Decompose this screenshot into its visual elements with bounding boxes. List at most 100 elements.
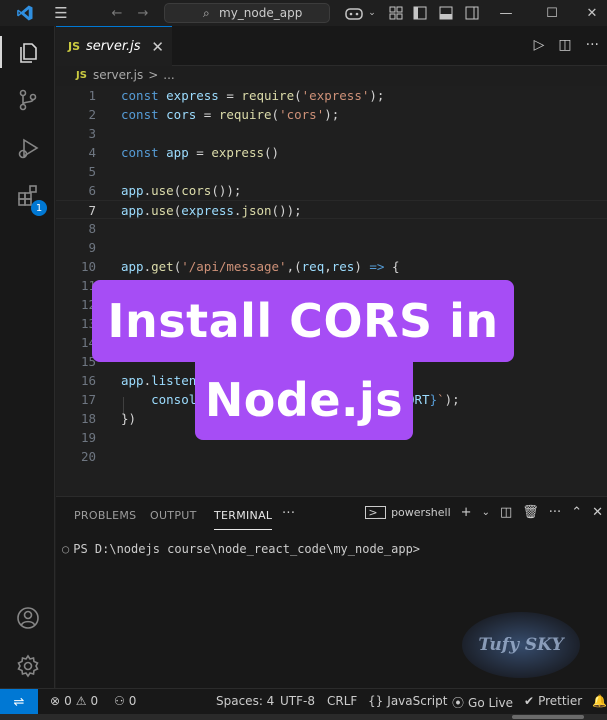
line-number: 7 — [88, 203, 96, 218]
maximize-panel-icon[interactable]: ⌃ — [571, 505, 582, 520]
double-check-icon: ✔ — [524, 694, 535, 708]
run-debug-icon — [18, 138, 39, 159]
terminal-output[interactable]: ○ PS D:\nodejs course\node_react_code\my_… — [62, 542, 420, 556]
code-text: const express = require('express'); — [121, 88, 385, 103]
more-actions-icon[interactable]: ··· — [549, 505, 561, 520]
split-terminal-icon[interactable]: ◫ — [500, 505, 512, 520]
toggle-sidebar-icon[interactable] — [410, 0, 430, 26]
tab-problems[interactable]: PROBLEMS — [74, 509, 136, 522]
language-label: JavaScript — [387, 694, 448, 708]
extensions-button[interactable]: 1 — [0, 174, 55, 218]
source-control-button[interactable] — [0, 78, 55, 122]
explorer-button[interactable] — [0, 30, 55, 74]
code-line[interactable]: 8 — [56, 219, 607, 238]
eol-status[interactable]: CRLF — [327, 694, 357, 708]
run-debug-button[interactable] — [0, 126, 55, 170]
terminal-icon: >_ — [365, 506, 387, 519]
run-icon[interactable]: ▷ — [534, 37, 545, 53]
copilot-icon[interactable] — [340, 0, 368, 26]
new-terminal-icon[interactable]: + — [461, 505, 472, 520]
breadcrumb-more[interactable]: ... — [163, 68, 174, 82]
chevron-down-icon[interactable]: ⌄ — [482, 507, 490, 518]
code-text: }) — [121, 411, 137, 426]
code-line[interactable]: 9 — [56, 238, 607, 257]
shell-name: powershell — [391, 506, 451, 519]
code-text: app.use(express.json()); — [121, 203, 302, 218]
toggle-panel-icon[interactable] — [436, 0, 456, 26]
breadcrumb-file[interactable]: server.js — [93, 68, 143, 82]
menu-icon[interactable]: ☰ — [50, 0, 72, 26]
warning-icon: ⚠ — [75, 694, 87, 708]
line-number: 10 — [80, 259, 96, 274]
panel-more-icon[interactable]: ··· — [282, 506, 295, 521]
editor-tabs: JS server.js ✕ ▷ ◫ ··· — [56, 26, 607, 66]
code-line[interactable]: 2 const cors = require('cors'); — [56, 105, 607, 124]
indentation-status[interactable]: Spaces: 4 — [216, 694, 274, 708]
line-number: 6 — [88, 183, 96, 198]
tab-output[interactable]: OUTPUT — [150, 509, 197, 522]
more-actions-icon[interactable]: ··· — [586, 37, 599, 53]
minimize-icon[interactable]: — — [496, 0, 516, 26]
watermark-logo: Tufy SKY — [462, 612, 580, 678]
line-number: 5 — [88, 164, 96, 179]
search-icon: ⌕ — [203, 6, 210, 20]
code-line[interactable]: 5 — [56, 162, 607, 181]
code-line[interactable]: 20 — [56, 447, 607, 466]
breadcrumb: JS server.js > ... — [76, 66, 175, 84]
remote-indicator-icon[interactable]: ⇌ — [0, 689, 38, 715]
toggle-secondary-sidebar-icon[interactable] — [462, 0, 482, 26]
javascript-file-icon: JS — [68, 40, 81, 53]
files-icon — [19, 43, 37, 63]
line-number: 8 — [88, 221, 96, 236]
code-text: app.listen — [121, 373, 197, 388]
close-window-icon[interactable]: ✕ — [582, 0, 602, 26]
breadcrumb-separator: > — [148, 68, 159, 82]
language-status[interactable]: {} JavaScript — [368, 694, 447, 708]
title-bar: ☰ ← → ⌕ my_node_app ⌄ — ☐ ✕ — [0, 0, 607, 26]
line-number: 19 — [80, 430, 96, 445]
go-live-button[interactable]: ⦿ Go Live — [452, 694, 513, 711]
split-editor-icon[interactable]: ◫ — [558, 37, 571, 53]
warning-count: 0 — [90, 694, 99, 708]
scrollbar-thumb[interactable] — [512, 715, 584, 719]
ports-count: 0 — [128, 694, 137, 708]
notifications-icon[interactable]: 🔔 — [592, 694, 607, 708]
error-count: 0 — [64, 694, 72, 708]
close-tab-icon[interactable]: ✕ — [151, 38, 164, 56]
tab-terminal[interactable]: TERMINAL — [214, 509, 273, 530]
forward-arrow-icon[interactable]: → — [134, 0, 152, 26]
manage-button[interactable] — [0, 644, 55, 688]
terminal-prompt: PS D:\nodejs course\node_react_code\my_n… — [73, 542, 421, 556]
back-arrow-icon[interactable]: ← — [108, 0, 126, 26]
account-icon — [16, 607, 39, 629]
editor-actions: ▷ ◫ ··· — [534, 37, 599, 53]
command-center-search[interactable]: ⌕ my_node_app — [164, 3, 330, 23]
ports-status[interactable]: ⚇ 0 — [114, 694, 136, 708]
chevron-down-icon[interactable]: ⌄ — [366, 0, 378, 26]
code-line[interactable]: 10 app.get('/api/message',(req,res) => { — [56, 257, 607, 276]
prettier-status[interactable]: ✔ Prettier — [524, 694, 582, 708]
prettier-label: Prettier — [538, 694, 583, 708]
code-line[interactable]: 1 const express = require('express'); — [56, 86, 607, 105]
gear-icon — [16, 654, 39, 678]
close-panel-icon[interactable]: ✕ — [592, 505, 603, 520]
tab-label: server.js — [86, 39, 141, 54]
trash-icon[interactable]: 🗑 — [522, 505, 539, 520]
code-text: app.use(cors()); — [121, 183, 242, 198]
line-number: 16 — [80, 373, 96, 388]
customize-layout-icon[interactable] — [386, 0, 406, 26]
javascript-file-icon: JS — [76, 69, 87, 81]
code-line[interactable]: 3 — [56, 124, 607, 143]
encoding-status[interactable]: UTF-8 — [280, 694, 315, 708]
vscode-logo-icon[interactable] — [14, 0, 36, 26]
code-line[interactable]: 4 const app = express() — [56, 143, 607, 162]
tab-server-js[interactable]: JS server.js ✕ — [56, 26, 172, 66]
problems-status[interactable]: ⊗ 0 ⚠ 0 — [50, 694, 98, 708]
code-line[interactable]: 7 app.use(express.json()); — [56, 200, 607, 219]
accounts-button[interactable] — [0, 596, 55, 640]
line-number: 20 — [80, 449, 96, 464]
line-number: 4 — [88, 145, 96, 160]
maximize-icon[interactable]: ☐ — [542, 0, 562, 26]
code-line[interactable]: 6 app.use(cors()); — [56, 181, 607, 200]
terminal-shell[interactable]: >_ powershell — [365, 506, 451, 519]
